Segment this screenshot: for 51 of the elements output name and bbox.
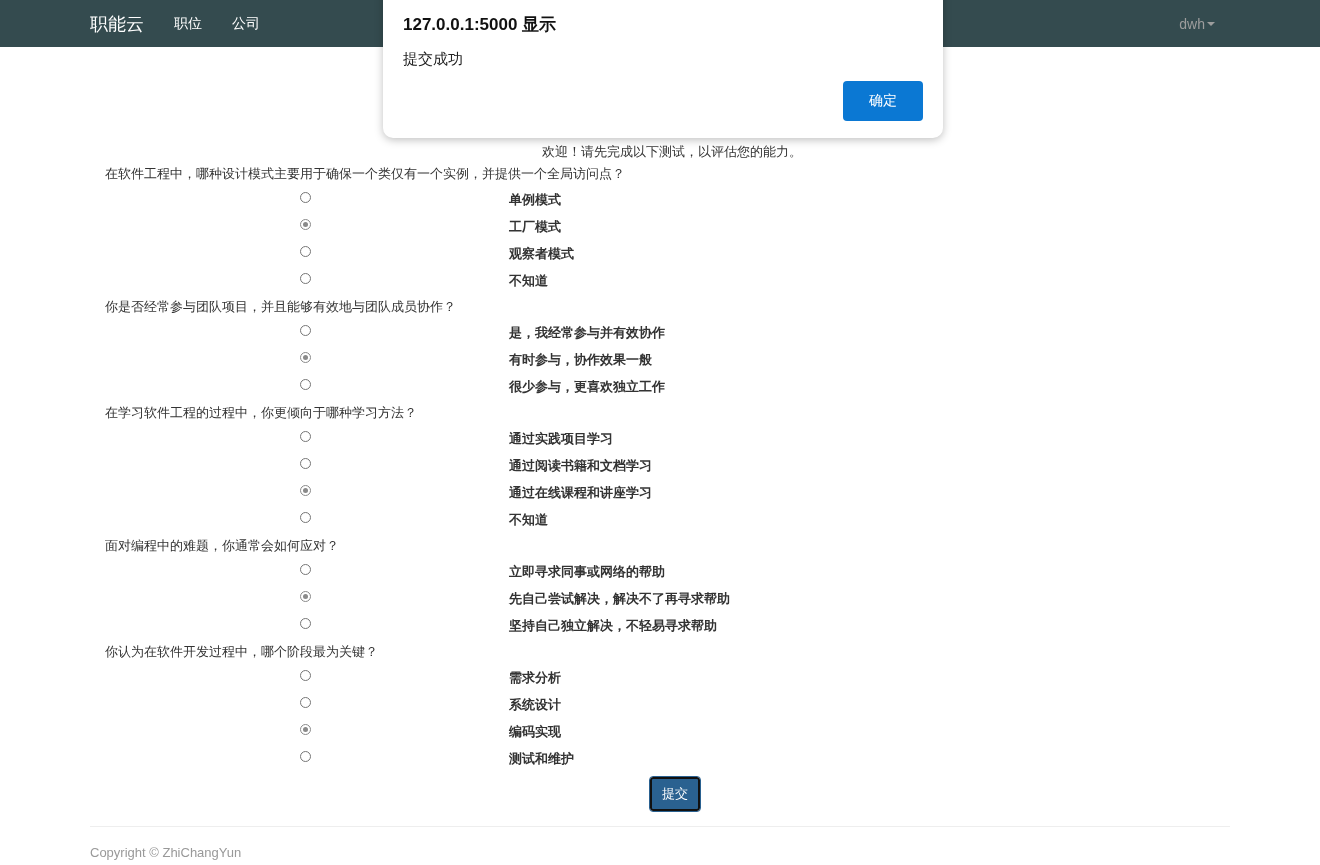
option-label[interactable]: 先自己尝试解决，解决不了再寻求帮助: [509, 589, 1230, 608]
option-label[interactable]: 有时参与，协作效果一般: [509, 350, 1230, 369]
option-label[interactable]: 编码实现: [509, 722, 1230, 741]
option-label[interactable]: 不知道: [509, 510, 1230, 529]
radio-button[interactable]: [299, 272, 311, 284]
radio-button[interactable]: [299, 324, 311, 336]
dialog-title: 127.0.0.1:5000 显示: [403, 14, 558, 36]
radio-button[interactable]: [299, 590, 311, 602]
option-label[interactable]: 通过在线课程和讲座学习: [509, 483, 1230, 502]
option-label[interactable]: 工厂模式: [509, 217, 1230, 236]
copyright-text: Copyright © ZhiChangYun: [90, 845, 243, 860]
radio-button[interactable]: [299, 696, 311, 708]
option-label[interactable]: 通过实践项目学习: [509, 429, 1230, 448]
radio-button[interactable]: [299, 617, 311, 629]
nav-link[interactable]: 公司: [232, 14, 260, 33]
radio-button[interactable]: [299, 430, 311, 442]
option-label[interactable]: 坚持自己独立解决，不轻易寻求帮助: [509, 616, 1230, 635]
radio-button[interactable]: [299, 218, 311, 230]
radio-button[interactable]: [299, 191, 311, 203]
dialog-message: 提交成功: [403, 50, 464, 69]
option-label[interactable]: 系统设计: [509, 695, 1230, 714]
option-label[interactable]: 很少参与，更喜欢独立工作: [509, 377, 1230, 396]
option-label[interactable]: 是，我经常参与并有效协作: [509, 323, 1230, 342]
intro-text: 欢迎！请先完成以下测试，以评估您的能力。: [541, 143, 803, 161]
radio-button[interactable]: [299, 723, 311, 735]
radio-button[interactable]: [299, 351, 311, 363]
radio-button[interactable]: [299, 511, 311, 523]
radio-button[interactable]: [299, 378, 311, 390]
nav-link[interactable]: 职位: [174, 14, 202, 33]
radio-button[interactable]: [299, 484, 311, 496]
caret-icon: [1207, 21, 1215, 26]
submit-button[interactable]: 提交: [650, 777, 700, 811]
question-text: 在学习软件工程的过程中，你更倾向于哪种学习方法？: [104, 404, 418, 422]
option-label[interactable]: 不知道: [509, 271, 1230, 290]
option-label[interactable]: 测试和维护: [509, 749, 1230, 768]
radio-button[interactable]: [299, 669, 311, 681]
radio-button[interactable]: [299, 245, 311, 257]
ok-button[interactable]: 确定: [843, 81, 923, 121]
question-text: 面对编程中的难题，你通常会如何应对？: [104, 537, 340, 555]
question-text: 你是否经常参与团队项目，并且能够有效地与团队成员协作？: [104, 298, 457, 316]
option-label[interactable]: 需求分析: [509, 668, 1230, 687]
radio-button[interactable]: [299, 750, 311, 762]
option-label[interactable]: 观察者模式: [509, 244, 1230, 263]
question-text: 你认为在软件开发过程中，哪个阶段最为关键？: [104, 643, 379, 661]
radio-button[interactable]: [299, 563, 311, 575]
option-label[interactable]: 单例模式: [509, 190, 1230, 209]
brand-link[interactable]: 职能云: [90, 11, 144, 36]
question-text: 在软件工程中，哪种设计模式主要用于确保一个类仅有一个实例，并提供一个全局访问点？: [104, 165, 626, 183]
radio-button[interactable]: [299, 457, 311, 469]
option-label[interactable]: 立即寻求同事或网络的帮助: [509, 562, 1230, 581]
option-label[interactable]: 通过阅读书籍和文档学习: [509, 456, 1230, 475]
